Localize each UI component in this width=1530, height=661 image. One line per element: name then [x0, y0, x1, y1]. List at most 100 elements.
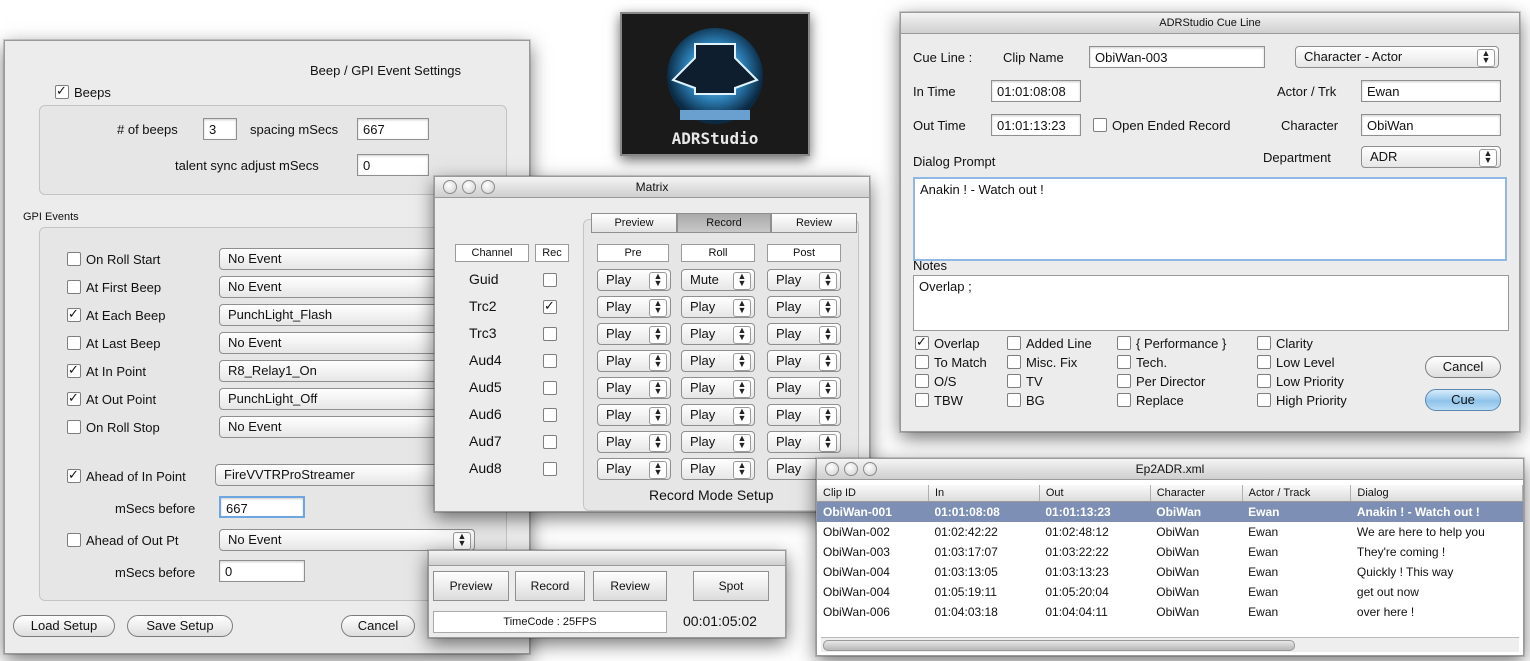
actor-field[interactable]: Ewan	[1361, 80, 1501, 102]
matrix-rec-checkbox[interactable]	[543, 354, 562, 369]
matrix-roll-select[interactable]: Play ▲ ▼	[681, 350, 755, 372]
cue-category-checkbox[interactable]: BG	[1007, 393, 1045, 408]
matrix-pre-select[interactable]: Play ▲ ▼	[597, 431, 671, 453]
window-controls[interactable]	[825, 462, 877, 476]
preview-button[interactable]: Preview	[433, 571, 509, 601]
column-header[interactable]: In	[928, 485, 1040, 502]
matrix-post-select[interactable]: Play▲▼	[767, 404, 841, 426]
tab-review[interactable]: Review	[771, 213, 857, 233]
load-setup-button[interactable]: Load Setup	[13, 615, 115, 637]
beeps-checkbox[interactable]: Beeps	[55, 85, 111, 100]
matrix-rec-checkbox[interactable]	[543, 327, 562, 342]
matrix-post-select[interactable]: Play▲▼	[767, 296, 841, 318]
out-time-field[interactable]: 01:01:13:23	[991, 114, 1081, 136]
scrollbar-thumb[interactable]	[823, 640, 1295, 651]
in-time-field[interactable]: 01:01:08:08	[991, 80, 1081, 102]
matrix-post-select[interactable]: Play▲▼	[767, 377, 841, 399]
table-row[interactable]: ObiWan-004 01:05:19:11 01:05:20:04 ObiWan Ew…	[817, 582, 1523, 602]
matrix-roll-select[interactable]: Mute ▲ ▼	[681, 269, 755, 291]
matrix-pre-select[interactable]: Play ▲ ▼	[597, 323, 671, 345]
column-header[interactable]: Out	[1039, 485, 1151, 502]
ahead-out-checkbox[interactable]: Ahead of Out Pt	[67, 533, 179, 548]
tab-record[interactable]: Record	[677, 213, 771, 233]
cue-category-checkbox[interactable]: Overlap	[915, 336, 980, 351]
matrix-roll-select[interactable]: Play ▲ ▼	[681, 458, 755, 480]
save-setup-button[interactable]: Save Setup	[127, 615, 233, 637]
ahead-in-msecs-field[interactable]: 667	[219, 496, 305, 518]
beep-cancel-button[interactable]: Cancel	[341, 615, 415, 637]
matrix-rec-checkbox[interactable]	[543, 408, 562, 423]
matrix-post-select[interactable]: Play▲▼	[767, 323, 841, 345]
open-ended-checkbox[interactable]: Open Ended Record	[1093, 118, 1231, 133]
table-row[interactable]: ObiWan-002 01:02:42:22 01:02:48:12 ObiWan Ew…	[817, 522, 1523, 542]
gpi-event-checkbox[interactable]: At Last Beep	[67, 336, 160, 351]
clip-name-field[interactable]: ObiWan-003	[1089, 46, 1265, 68]
tab-preview[interactable]: Preview	[591, 213, 677, 233]
cue-category-checkbox[interactable]: Clarity	[1257, 336, 1313, 351]
column-header[interactable]: Actor / Track	[1242, 485, 1352, 502]
gpi-event-checkbox[interactable]: At Each Beep	[67, 308, 166, 323]
matrix-post-select[interactable]: Play▲▼	[767, 269, 841, 291]
dialog-textarea[interactable]: Anakin ! - Watch out !	[913, 177, 1507, 261]
horizontal-scrollbar[interactable]	[821, 637, 1519, 652]
cue-category-checkbox[interactable]: To Match	[915, 355, 987, 370]
cue-category-checkbox[interactable]: { Performance }	[1117, 336, 1226, 351]
table-row[interactable]: ObiWan-004 01:03:13:05 01:03:13:23 ObiWan Ew…	[817, 562, 1523, 582]
ahead-in-checkbox[interactable]: Ahead of In Point	[67, 469, 186, 484]
spacing-field[interactable]: 667	[357, 118, 429, 140]
review-button[interactable]: Review	[593, 571, 667, 601]
cue-category-checkbox[interactable]: TBW	[915, 393, 963, 408]
matrix-rec-checkbox[interactable]	[543, 462, 562, 477]
gpi-event-checkbox[interactable]: At In Point	[67, 364, 146, 379]
record-button[interactable]: Record	[515, 571, 585, 601]
window-controls[interactable]	[443, 180, 495, 194]
matrix-rec-checkbox[interactable]	[543, 273, 562, 288]
cue-category-checkbox[interactable]: Tech.	[1117, 355, 1167, 370]
matrix-post-select[interactable]: Play▲▼	[767, 431, 841, 453]
matrix-pre-select[interactable]: Play ▲ ▼	[597, 404, 671, 426]
cue-category-checkbox[interactable]: Low Level	[1257, 355, 1335, 370]
matrix-rec-checkbox[interactable]	[543, 381, 562, 396]
department-select[interactable]: ADR ▲ ▼	[1361, 146, 1501, 168]
ahead-out-select[interactable]: No Event ▲ ▼	[219, 529, 475, 551]
matrix-pre-select[interactable]: Play ▲ ▼	[597, 377, 671, 399]
gpi-event-checkbox[interactable]: At First Beep	[67, 280, 161, 295]
matrix-rec-checkbox[interactable]	[543, 435, 562, 450]
table-row[interactable]: ObiWan-003 01:03:17:07 01:03:22:22 ObiWan Ew…	[817, 542, 1523, 562]
gpi-event-checkbox[interactable]: At Out Point	[67, 392, 156, 407]
matrix-pre-select[interactable]: Play ▲ ▼	[597, 296, 671, 318]
matrix-pre-select[interactable]: Play ▲ ▼	[597, 458, 671, 480]
gpi-event-checkbox[interactable]: On Roll Start	[67, 252, 160, 267]
matrix-roll-select[interactable]: Play ▲ ▼	[681, 431, 755, 453]
character-field[interactable]: ObiWan	[1361, 114, 1501, 136]
sort-select[interactable]: Character - Actor ▲ ▼	[1295, 46, 1499, 68]
column-header[interactable]: Character	[1150, 485, 1243, 502]
notes-textarea[interactable]: Overlap ;	[913, 275, 1509, 331]
cue-category-checkbox[interactable]: Low Priority	[1257, 374, 1344, 389]
matrix-pre-select[interactable]: Play ▲ ▼	[597, 269, 671, 291]
spot-button[interactable]: Spot	[693, 571, 769, 601]
cue-category-checkbox[interactable]: High Priority	[1257, 393, 1347, 408]
table-row[interactable]: ObiWan-006 01:04:03:18 01:04:04:11 ObiWan Ew…	[817, 602, 1523, 622]
cue-category-checkbox[interactable]: Replace	[1117, 393, 1184, 408]
num-beeps-field[interactable]: 3	[203, 118, 237, 140]
cue-category-checkbox[interactable]: TV	[1007, 374, 1043, 389]
matrix-pre-select[interactable]: Play ▲ ▼	[597, 350, 671, 372]
matrix-rec-checkbox[interactable]	[543, 300, 562, 315]
matrix-roll-select[interactable]: Play ▲ ▼	[681, 404, 755, 426]
matrix-roll-select[interactable]: Play ▲ ▼	[681, 323, 755, 345]
cue-category-checkbox[interactable]: Per Director	[1117, 374, 1205, 389]
gpi-event-checkbox[interactable]: On Roll Stop	[67, 420, 160, 435]
ahead-out-msecs-field[interactable]: 0	[219, 560, 305, 582]
matrix-roll-select[interactable]: Play ▲ ▼	[681, 377, 755, 399]
cue-cancel-button[interactable]: Cancel	[1425, 356, 1501, 378]
cue-category-checkbox[interactable]: Added Line	[1007, 336, 1092, 351]
column-header[interactable]: Clip ID	[817, 485, 929, 502]
cue-category-checkbox[interactable]: O/S	[915, 374, 956, 389]
talent-field[interactable]: 0	[357, 154, 429, 176]
matrix-post-select[interactable]: Play▲▼	[767, 350, 841, 372]
cue-category-checkbox[interactable]: Misc. Fix	[1007, 355, 1077, 370]
table-row[interactable]: ObiWan-001 01:01:08:08 01:01:13:23 ObiWan Ew…	[817, 501, 1523, 522]
column-header[interactable]: Dialog	[1350, 485, 1523, 502]
cue-button[interactable]: Cue	[1425, 389, 1501, 411]
